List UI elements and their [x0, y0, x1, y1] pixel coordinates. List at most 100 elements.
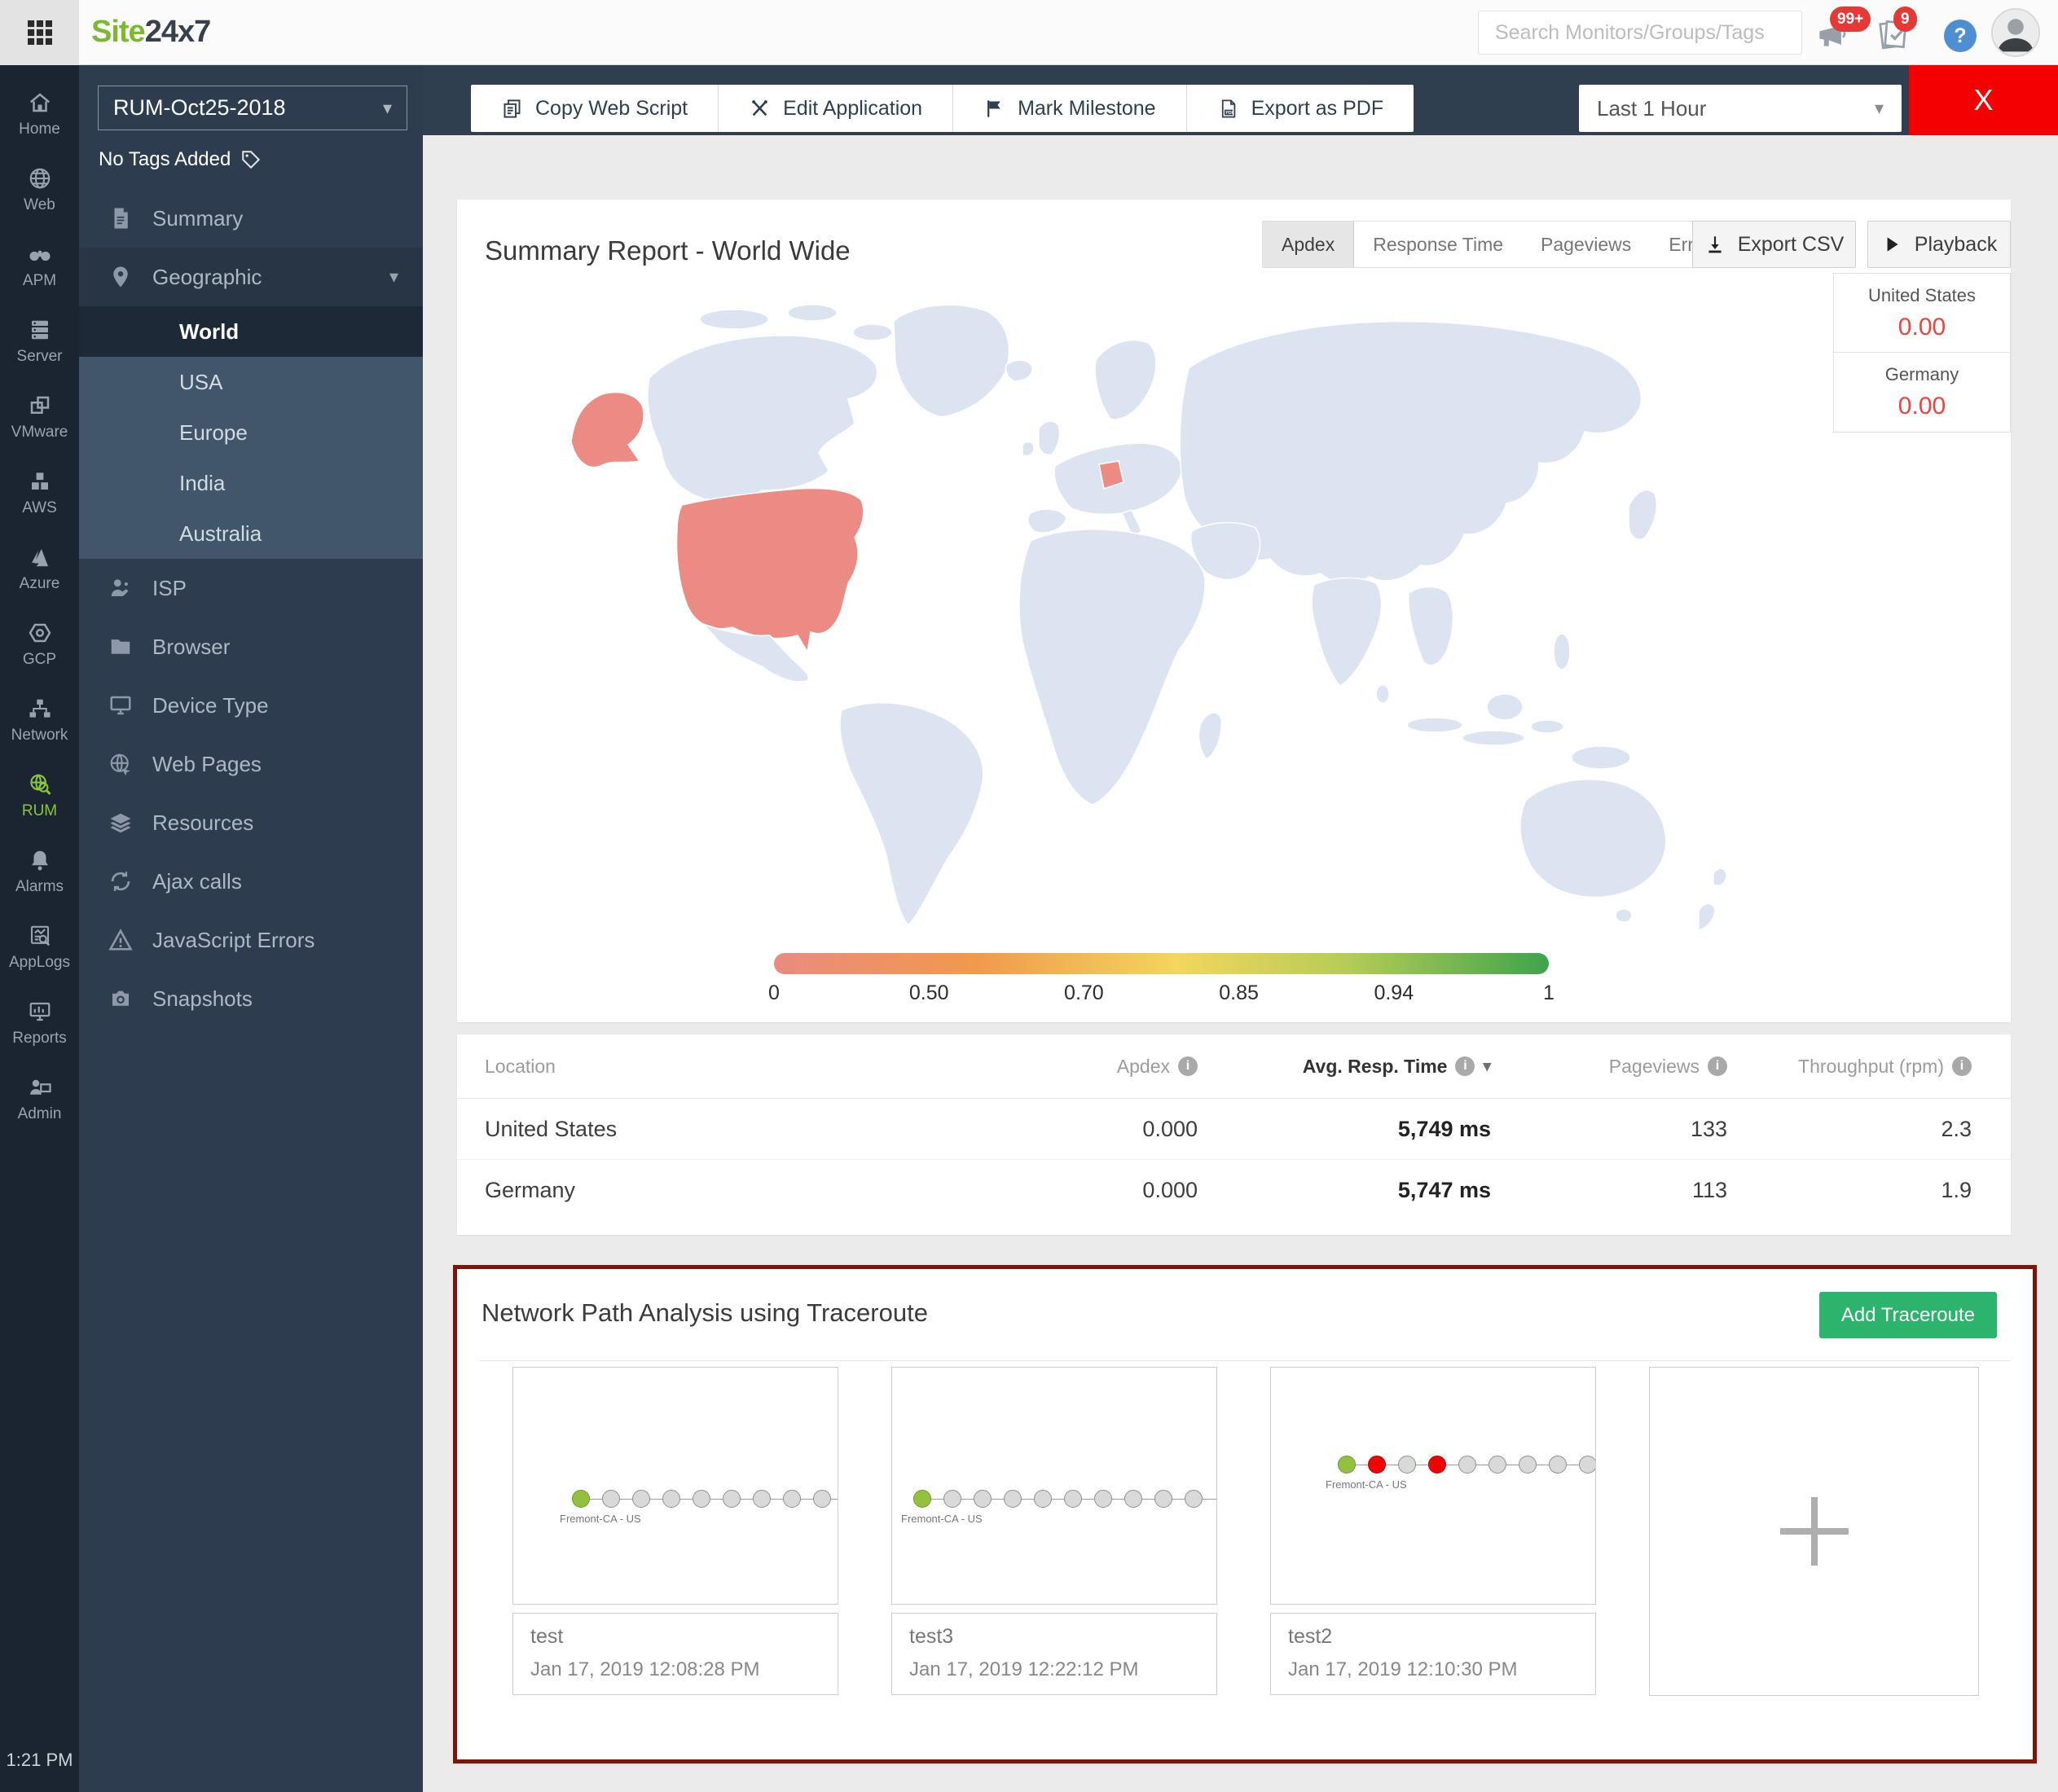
- hop-link: [1142, 1498, 1154, 1500]
- playback-label: Playback: [1914, 232, 1998, 256]
- traceroute-origin-label: Fremont-CA - US: [1326, 1478, 1407, 1491]
- export-csv-label: Export CSV: [1737, 232, 1845, 256]
- sidebar-item-ajax-calls[interactable]: Ajax calls: [79, 852, 423, 911]
- world-map: [490, 269, 1842, 953]
- hop-link: [1052, 1498, 1064, 1500]
- search-input[interactable]: [1493, 20, 1787, 46]
- copy-icon: [501, 98, 523, 120]
- add-traceroute-button[interactable]: Add Traceroute: [1818, 1292, 1997, 1338]
- sidebar-item-geographic[interactable]: Geographic ▾: [79, 248, 423, 306]
- column-header-location[interactable]: Location: [485, 1056, 994, 1078]
- toolbar-button-label: Mark Milestone: [1018, 96, 1156, 120]
- sidebar-subitem-label: India: [179, 470, 226, 495]
- sort-desc-icon[interactable]: ▾: [1483, 1057, 1491, 1076]
- map-region-philippines: [1553, 633, 1571, 670]
- traceroute-hop-ok: [1519, 1456, 1537, 1474]
- column-header-throughput-rpm-[interactable]: Throughput (rpm) i: [1727, 1056, 1972, 1078]
- table-row-germany[interactable]: Germany 0.000 5,747 ms 113 1.9: [457, 1160, 2011, 1221]
- traceroute-card-test[interactable]: Fremont-CA - US test Jan 17, 2019 12:08:28…: [512, 1367, 838, 1696]
- edit-application-button[interactable]: Edit Application: [719, 85, 954, 132]
- tab-response-time[interactable]: Response Time: [1354, 222, 1522, 267]
- rail-item-network[interactable]: Network: [0, 683, 79, 758]
- home-icon: [28, 90, 52, 115]
- sidebar-subitem-label: Europe: [179, 419, 248, 445]
- close-button[interactable]: X: [1909, 65, 2058, 135]
- sidebar-item-resources[interactable]: Resources: [79, 793, 423, 852]
- announcements-button[interactable]: 99+: [1814, 7, 1871, 52]
- rail-item-applogs[interactable]: AppLogs: [0, 910, 79, 986]
- sidebar-item-web-pages[interactable]: Web Pages: [79, 735, 423, 793]
- tags-row: No Tags Added: [99, 148, 262, 171]
- traceroute-hop-error: [1368, 1456, 1386, 1474]
- tags-label: No Tags Added: [99, 148, 231, 170]
- export-as-pdf-button[interactable]: PDF Export as PDF: [1187, 85, 1414, 132]
- map-country-alaska-us[interactable]: [570, 391, 644, 468]
- export-csv-button[interactable]: Export CSV: [1692, 221, 1856, 268]
- column-header-avg-resp-time[interactable]: Avg. Resp. Time i ▾: [1198, 1056, 1491, 1078]
- column-header-pageviews[interactable]: Pageviews i: [1491, 1056, 1727, 1078]
- sidebar-item-summary[interactable]: Summary: [79, 189, 423, 248]
- traceroute-card-test2[interactable]: Fremont-CA - US test2 Jan 17, 2019 12:10:3…: [1270, 1367, 1596, 1696]
- help-button[interactable]: ?: [1944, 20, 1977, 52]
- table-row-united-states[interactable]: United States 0.000 5,749 ms 133 2.3: [457, 1099, 2011, 1160]
- sidebar-item-label: Summary: [152, 205, 244, 231]
- info-icon[interactable]: i: [1455, 1056, 1475, 1076]
- sidebar-item-javascript-errors[interactable]: JavaScript Errors: [79, 911, 423, 969]
- time-range-dropdown[interactable]: Last 1 Hour ▾: [1579, 85, 1902, 132]
- rail-item-admin[interactable]: Admin: [0, 1061, 79, 1137]
- info-icon[interactable]: i: [1178, 1056, 1198, 1076]
- apdex-color-scale: [774, 953, 1549, 974]
- sidebar-item-browser[interactable]: Browser: [79, 617, 423, 676]
- traceroute-hop-start: Fremont-CA - US: [560, 1490, 641, 1525]
- sidebar-subitem-australia[interactable]: Australia: [79, 508, 423, 559]
- rail-item-rum[interactable]: RUM: [0, 758, 79, 834]
- rail-item-reports[interactable]: Reports: [0, 986, 79, 1061]
- monitor-dropdown[interactable]: RUM-Oct25-2018 ▾: [98, 86, 407, 130]
- gcp-icon: [28, 621, 52, 645]
- map-country-united-states[interactable]: [675, 487, 864, 654]
- rail-item-azure[interactable]: Azure: [0, 531, 79, 607]
- rail-item-label: Azure: [19, 575, 60, 592]
- rail-item-web[interactable]: Web: [0, 152, 79, 228]
- tab-apdex[interactable]: Apdex: [1263, 222, 1355, 267]
- add-traceroute-card[interactable]: [1649, 1367, 1979, 1696]
- app-grid-button[interactable]: [0, 0, 79, 65]
- sidebar-item-snapshots[interactable]: Snapshots: [79, 969, 423, 1028]
- traceroute-card-test3[interactable]: Fremont-CA - US test3 Jan 17, 2019 12:22:1…: [891, 1367, 1217, 1696]
- cell-location: Germany: [485, 1178, 576, 1202]
- traceroute-hop-ok: [974, 1490, 992, 1508]
- cell-throughput: 2.3: [1941, 1116, 1972, 1141]
- sidebar-item-device-type[interactable]: Device Type: [79, 676, 423, 735]
- snapshots-icon: [108, 986, 133, 1011]
- sidebar-subitem-world[interactable]: World: [79, 306, 423, 357]
- legend-country-name: Germany: [1884, 364, 1959, 384]
- rail-item-apm[interactable]: APM: [0, 228, 79, 304]
- traceroute-timestamp: Jan 17, 2019 12:10:30 PM: [1288, 1658, 1518, 1680]
- rail-item-server[interactable]: Server: [0, 304, 79, 380]
- mark-milestone-button[interactable]: Mark Milestone: [953, 85, 1187, 132]
- sidebar-subitem-usa[interactable]: USA: [79, 357, 423, 407]
- summary-report-panel: Summary Report - World Wide Apdex Respons…: [457, 200, 2011, 1022]
- tab-pageviews[interactable]: Pageviews: [1522, 222, 1650, 267]
- rail-item-vmware[interactable]: VMware: [0, 380, 79, 455]
- user-avatar[interactable]: [1991, 8, 2040, 57]
- info-icon[interactable]: i: [1708, 1056, 1727, 1076]
- tag-icon[interactable]: [240, 149, 262, 170]
- tasks-button[interactable]: 9: [1876, 7, 1917, 52]
- rail-item-aws[interactable]: AWS: [0, 455, 79, 531]
- copy-web-script-button[interactable]: Copy Web Script: [471, 85, 719, 132]
- rail-item-gcp[interactable]: GCP: [0, 607, 79, 683]
- rail-item-home[interactable]: Home: [0, 77, 79, 152]
- world-map-svg: [570, 304, 1727, 931]
- traceroute-hop-ok: [943, 1490, 961, 1508]
- sidebar-item-isp[interactable]: ISP: [79, 559, 423, 617]
- column-header-apdex[interactable]: Apdex i: [994, 1056, 1198, 1078]
- playback-button[interactable]: Playback: [1867, 221, 2011, 268]
- info-icon[interactable]: i: [1952, 1056, 1972, 1076]
- rail-item-alarms[interactable]: Alarms: [0, 834, 79, 910]
- pdf-icon: PDF: [1217, 98, 1239, 120]
- sidebar-subitem-europe[interactable]: Europe: [79, 407, 423, 458]
- sidebar-subitem-india[interactable]: India: [79, 458, 423, 508]
- traceroute-hop-ok: [1094, 1490, 1112, 1508]
- rail-item-label: Alarms: [15, 878, 64, 895]
